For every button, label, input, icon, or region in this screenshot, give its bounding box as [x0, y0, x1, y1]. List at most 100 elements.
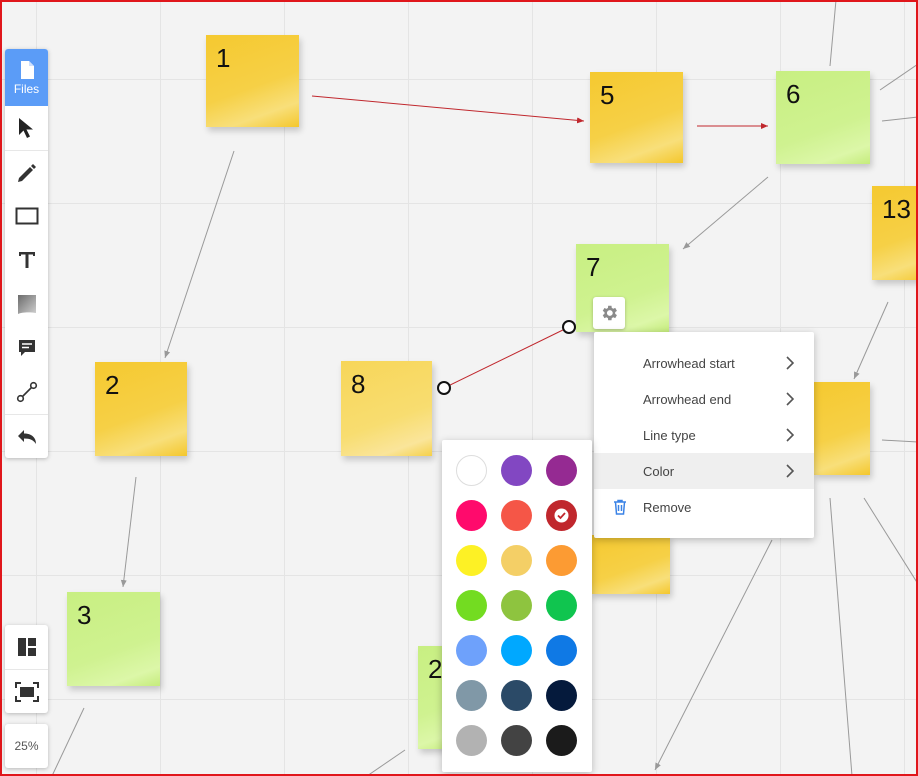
select-tool[interactable] — [5, 106, 48, 150]
connector-bottom-mid[interactable] — [366, 749, 406, 776]
color-swatch[interactable] — [456, 590, 487, 621]
note-label: 3 — [77, 600, 92, 630]
view-tools — [5, 625, 48, 713]
connector-context-menu: Arrowhead start Arrowhead end Line type … — [594, 332, 814, 538]
color-swatch[interactable] — [501, 635, 532, 666]
layout-panels-button[interactable] — [5, 625, 48, 669]
color-swatch[interactable] — [546, 635, 577, 666]
connector-8-7[interactable] — [443, 326, 570, 389]
color-swatch[interactable] — [546, 545, 577, 576]
fit-to-screen-button[interactable] — [5, 669, 48, 713]
connector-icon — [16, 381, 37, 403]
color-swatch[interactable] — [501, 545, 532, 576]
menu-item-arrowhead-end[interactable]: Arrowhead end — [594, 381, 814, 417]
connector-tool[interactable] — [5, 370, 48, 414]
chevron-right-icon — [786, 356, 794, 370]
connector-6-top[interactable] — [829, 0, 837, 67]
sticky-note-5[interactable]: 5 — [590, 72, 683, 163]
menu-item-remove[interactable]: Remove — [594, 489, 814, 525]
sticky-note-6[interactable]: 6 — [776, 71, 870, 164]
sticky-note-right[interactable] — [814, 382, 870, 475]
menu-item-line-type[interactable]: Line type — [594, 417, 814, 453]
connector-13-down[interactable] — [853, 301, 889, 380]
chevron-right-icon — [786, 464, 794, 478]
sticky-note-2[interactable]: 2 — [95, 362, 187, 456]
files-button[interactable]: Files — [5, 49, 48, 106]
note-label: 8 — [351, 369, 366, 399]
undo-icon — [17, 429, 36, 444]
connector-1-2[interactable] — [164, 150, 235, 359]
zoom-label: 25% — [14, 739, 39, 753]
comment-icon — [18, 340, 35, 356]
zoom-level[interactable]: 25% — [5, 724, 48, 768]
connector-right-d[interactable] — [829, 497, 853, 776]
color-swatch[interactable] — [501, 455, 532, 486]
note-label: 6 — [786, 79, 801, 109]
connector-start-handle[interactable] — [437, 381, 451, 395]
color-swatch[interactable] — [546, 680, 577, 711]
color-swatch[interactable] — [456, 500, 487, 531]
menu-item-label: Arrowhead end — [643, 391, 732, 407]
trash-icon — [614, 499, 626, 515]
connector-settings-button[interactable] — [593, 297, 625, 329]
whiteboard-canvas[interactable]: 1 2 3 5 6 7 8 13 2 Arrowhead start Arrow… — [0, 0, 918, 776]
connector-right-e[interactable] — [863, 497, 918, 585]
color-swatch[interactable] — [456, 455, 487, 486]
menu-item-arrowhead-start[interactable]: Arrowhead start — [594, 345, 814, 381]
sticky-note-8[interactable]: 8 — [341, 361, 432, 456]
menu-item-label: Arrowhead start — [643, 355, 735, 371]
sticky-note-icon — [17, 295, 36, 314]
layout-panels-icon — [17, 638, 36, 656]
note-label: 1 — [216, 43, 231, 73]
connector-6-right-b[interactable] — [881, 116, 918, 122]
sticky-note-tool[interactable] — [5, 282, 48, 326]
color-swatch[interactable] — [546, 725, 577, 756]
connector-to-bottom[interactable] — [654, 539, 773, 771]
chevron-right-icon — [786, 392, 794, 406]
text-icon — [18, 252, 35, 268]
color-swatch[interactable] — [501, 680, 532, 711]
cursor-arrow-icon — [18, 118, 33, 138]
note-label: 2 — [105, 370, 120, 400]
color-swatch[interactable] — [546, 590, 577, 621]
sticky-note-hidden[interactable] — [590, 535, 670, 594]
rectangle-icon — [15, 207, 38, 225]
pen-tool[interactable] — [5, 150, 48, 194]
sticky-note-3[interactable]: 3 — [67, 592, 160, 686]
color-swatch[interactable] — [501, 590, 532, 621]
left-toolbar: Files — [5, 49, 48, 458]
menu-item-label: Remove — [643, 499, 692, 515]
menu-item-label: Line type — [643, 427, 696, 443]
fit-to-screen-icon — [14, 681, 39, 702]
sticky-note-13[interactable]: 13 — [872, 186, 918, 280]
color-swatch[interactable] — [456, 545, 487, 576]
note-label: 7 — [586, 252, 601, 282]
color-swatch[interactable] — [501, 500, 532, 531]
checkmark-icon — [554, 508, 569, 523]
connector-right-c[interactable] — [881, 439, 918, 443]
comment-tool[interactable] — [5, 326, 48, 370]
text-tool[interactable] — [5, 238, 48, 282]
rectangle-tool[interactable] — [5, 194, 48, 238]
color-swatch[interactable] — [546, 500, 577, 531]
file-icon — [20, 60, 34, 79]
color-swatch[interactable] — [456, 680, 487, 711]
color-swatch[interactable] — [456, 635, 487, 666]
color-swatch[interactable] — [501, 725, 532, 756]
connector-3-down[interactable] — [51, 707, 85, 776]
color-swatch[interactable] — [456, 725, 487, 756]
undo-tool[interactable] — [5, 414, 48, 458]
menu-item-label: Color — [643, 463, 675, 479]
connector-1-5[interactable] — [311, 95, 585, 124]
connector-2-3[interactable] — [120, 476, 137, 588]
files-label: Files — [13, 81, 40, 96]
sticky-note-1[interactable]: 1 — [206, 35, 299, 127]
connector-6-right-a[interactable] — [879, 63, 918, 91]
note-label: 5 — [600, 80, 615, 110]
connector-end-handle[interactable] — [562, 320, 576, 334]
connector-6-7[interactable] — [682, 176, 769, 250]
color-swatch[interactable] — [546, 455, 577, 486]
menu-item-color[interactable]: Color — [594, 453, 814, 489]
note-label: 13 — [882, 194, 911, 224]
chevron-right-icon — [786, 428, 794, 442]
